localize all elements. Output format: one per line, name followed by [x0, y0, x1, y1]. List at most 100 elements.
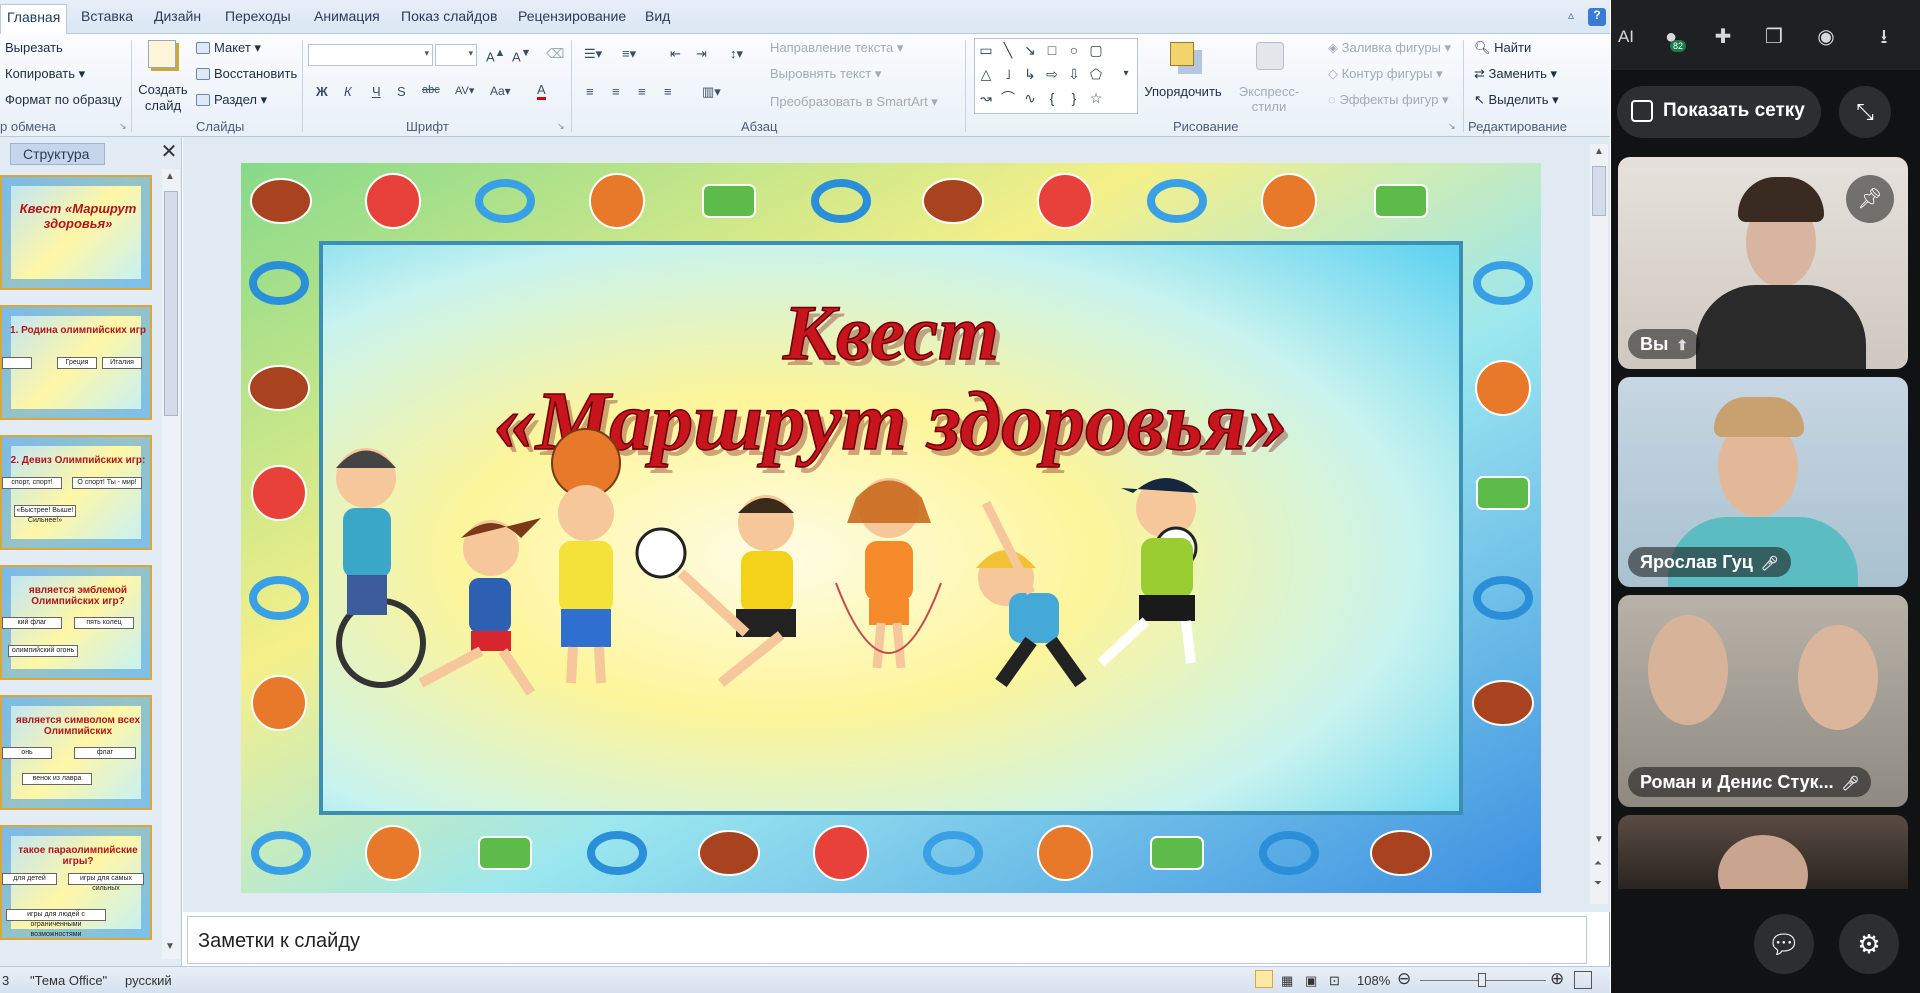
zoom-out-icon[interactable]: ⊖ [1397, 969, 1411, 989]
shrink-font-icon[interactable]: A▼ [512, 47, 531, 64]
clear-format-icon[interactable]: ⌫ [546, 46, 564, 62]
star-shape-icon[interactable]: ☆ [1087, 89, 1105, 107]
right-arrow-shape-icon[interactable]: ⇨ [1043, 65, 1061, 83]
slide-thumbnail[interactable]: 1. Родина олимпийских игр Греция Италия [0, 305, 152, 420]
profile-icon[interactable]: ◉ [1811, 22, 1841, 52]
right-brace-icon[interactable]: } [1065, 89, 1083, 107]
down-arrow-shape-icon[interactable]: ⇩ [1065, 65, 1083, 83]
gallery-more-icon[interactable]: ▾ [1117, 65, 1135, 83]
align-text-button[interactable]: Выровнять текст ▾ [770, 66, 881, 82]
previous-slide-icon[interactable]: ⏶ [1594, 858, 1602, 869]
thumbnail-scrollbar[interactable]: ▲ ▼ [162, 169, 180, 959]
triangle-shape-icon[interactable]: △ [977, 65, 995, 83]
scroll-down-icon[interactable]: ▼ [165, 941, 175, 952]
tab-home[interactable]: Главная [0, 4, 68, 35]
rectangle-shape-icon[interactable]: □ [1043, 41, 1061, 59]
shape-outline-button[interactable]: ◇ Контур фигуры ▾ [1328, 66, 1443, 82]
bold-icon[interactable]: Ж [316, 84, 328, 99]
copy-button[interactable]: Копировать ▾ [5, 66, 85, 82]
font-family-combo[interactable]: ▾ [308, 44, 433, 66]
select-button[interactable]: ↖ Выделить ▾ [1474, 92, 1559, 108]
font-size-combo[interactable]: ▾ [435, 44, 477, 66]
justify-icon[interactable]: ≡ [664, 84, 672, 99]
slide-thumbnail[interactable]: является эмблемой Олимпийских игр? кий фл… [0, 565, 152, 680]
zoom-slider-thumb[interactable] [1478, 973, 1486, 987]
change-case-icon[interactable]: Aa▾ [490, 84, 511, 98]
shapes-gallery[interactable]: ▭ ╲ ↘ □ ○ ▢ △ ˩ ↳ ⇨ ⇩ ⬠ ↝ ⌒ ∿ { } ☆ ▾ [974, 38, 1138, 114]
elbow-connector-icon[interactable]: ˩ [999, 65, 1017, 83]
smartart-button[interactable]: Преобразовать в SmartArt ▾ [770, 94, 938, 110]
reset-button[interactable]: Восстановить [196, 66, 297, 81]
new-slide-button[interactable]: Создать слайд [136, 38, 190, 118]
scroll-down-icon[interactable]: ▼ [1594, 834, 1604, 845]
slide-thumbnail[interactable]: является символом всех Олимпийских онь фла… [0, 695, 152, 810]
notes-field[interactable]: Заметки к слайду [187, 916, 1587, 964]
grow-font-icon[interactable]: A▲ [486, 47, 505, 64]
textbox-shape-icon[interactable]: ▭ [977, 41, 995, 59]
curve-shape-icon[interactable]: ↝ [977, 89, 995, 107]
next-slide-icon[interactable]: ⏷ [1594, 878, 1602, 889]
drawing-launcher-icon[interactable]: ↘ [1448, 121, 1456, 132]
language[interactable]: русский [125, 973, 172, 988]
extension-badge-icon[interactable]: ● 82 [1656, 22, 1687, 52]
decrease-indent-icon[interactable]: ⇤ [670, 46, 681, 62]
slide-sorter-icon[interactable]: ▦ [1281, 973, 1293, 989]
find-button[interactable]: 🔍︎ Найти [1474, 40, 1531, 56]
bullets-icon[interactable]: ☰▾ [584, 46, 602, 62]
pentagon-shape-icon[interactable]: ⬠ [1087, 65, 1105, 83]
align-left-icon[interactable]: ≡ [586, 84, 594, 99]
slideshow-icon[interactable]: ⊡ [1329, 973, 1340, 989]
zoom-level[interactable]: 108% [1357, 973, 1390, 988]
arc-shape-icon[interactable]: ⌒ [999, 89, 1017, 107]
participant-tile[interactable]: 📌︎ Вы ⬆ [1618, 157, 1908, 369]
numbering-icon[interactable]: ≡▾ [622, 46, 636, 62]
puzzle-icon[interactable]: ✚ [1708, 22, 1738, 52]
format-painter-button[interactable]: Формат по образцу [5, 92, 122, 107]
slide-thumbnail[interactable]: такое параолимпийские игры? для детей игры… [0, 825, 152, 940]
shape-effects-button[interactable]: ◌ Эффекты фигур ▾ [1328, 92, 1448, 108]
fit-to-window-icon[interactable] [1574, 971, 1592, 989]
tabs-search-icon[interactable]: ❐ [1759, 22, 1789, 52]
tab-design[interactable]: Дизайн [154, 8, 201, 24]
wave-shape-icon[interactable]: ∿ [1021, 89, 1039, 107]
normal-view-icon[interactable] [1255, 970, 1273, 988]
reading-view-icon[interactable]: ▣ [1305, 973, 1317, 989]
current-slide[interactable]: Квест Квест «Маршрут здоровья» «Маршрут … [241, 163, 1541, 893]
slide-thumbnail[interactable]: Квест «Маршрут здоровья» [0, 175, 152, 290]
increase-indent-icon[interactable]: ⇥ [696, 46, 707, 62]
italic-icon[interactable]: К [344, 84, 352, 99]
participant-tile[interactable]: Ярослав Гуц 🎤︎ [1618, 377, 1908, 587]
tab-slideshow[interactable]: Показ слайдов [401, 8, 497, 24]
zoom-in-icon[interactable]: ⊕ [1550, 969, 1564, 989]
show-grid-button[interactable]: Показать сетку [1617, 86, 1821, 138]
oval-shape-icon[interactable]: ○ [1065, 41, 1083, 59]
ai-icon[interactable]: AI [1611, 22, 1641, 52]
line-spacing-icon[interactable]: ↕▾ [730, 46, 743, 62]
scroll-up-icon[interactable]: ▲ [165, 171, 175, 182]
settings-gear-icon[interactable]: ⚙ [1839, 914, 1899, 974]
arrange-button[interactable]: Упорядочить [1143, 38, 1223, 118]
download-icon[interactable]: ⭳ [1869, 22, 1899, 52]
pin-icon[interactable]: 📌︎ [1846, 175, 1894, 223]
participant-tile[interactable]: Роман и Денис Стук... 🎤︎ [1618, 595, 1908, 807]
shape-fill-button[interactable]: ◈ Заливка фигуры ▾ [1328, 40, 1451, 56]
elbow-arrow-icon[interactable]: ↳ [1021, 65, 1039, 83]
scrollbar-thumb[interactable] [164, 191, 178, 416]
tab-animation[interactable]: Анимация [314, 8, 380, 24]
tab-review[interactable]: Рецензирование [518, 8, 626, 24]
tab-transitions[interactable]: Переходы [225, 8, 291, 24]
theme-name[interactable]: "Тема Office" [30, 973, 107, 988]
font-launcher-icon[interactable]: ↘ [557, 121, 565, 132]
slide-thumbnail[interactable]: 2. Девиз Олимпийских игр: спорт, спорт! О … [0, 435, 152, 550]
minimize-ribbon-icon[interactable]: ▵ [1562, 8, 1580, 26]
line-shape-icon[interactable]: ╲ [999, 41, 1017, 59]
tab-outline[interactable]: Структура [10, 143, 105, 165]
tab-insert[interactable]: Вставка [81, 8, 133, 24]
strikethrough-icon[interactable]: abc [422, 84, 440, 96]
left-brace-icon[interactable]: { [1043, 89, 1061, 107]
scrollbar-thumb[interactable] [1592, 166, 1606, 216]
chat-icon[interactable]: 💬︎ [1754, 914, 1814, 974]
participant-tile-partial[interactable] [1618, 815, 1908, 889]
close-icon[interactable]: ✕ [160, 141, 178, 163]
columns-icon[interactable]: ▥▾ [702, 84, 721, 100]
